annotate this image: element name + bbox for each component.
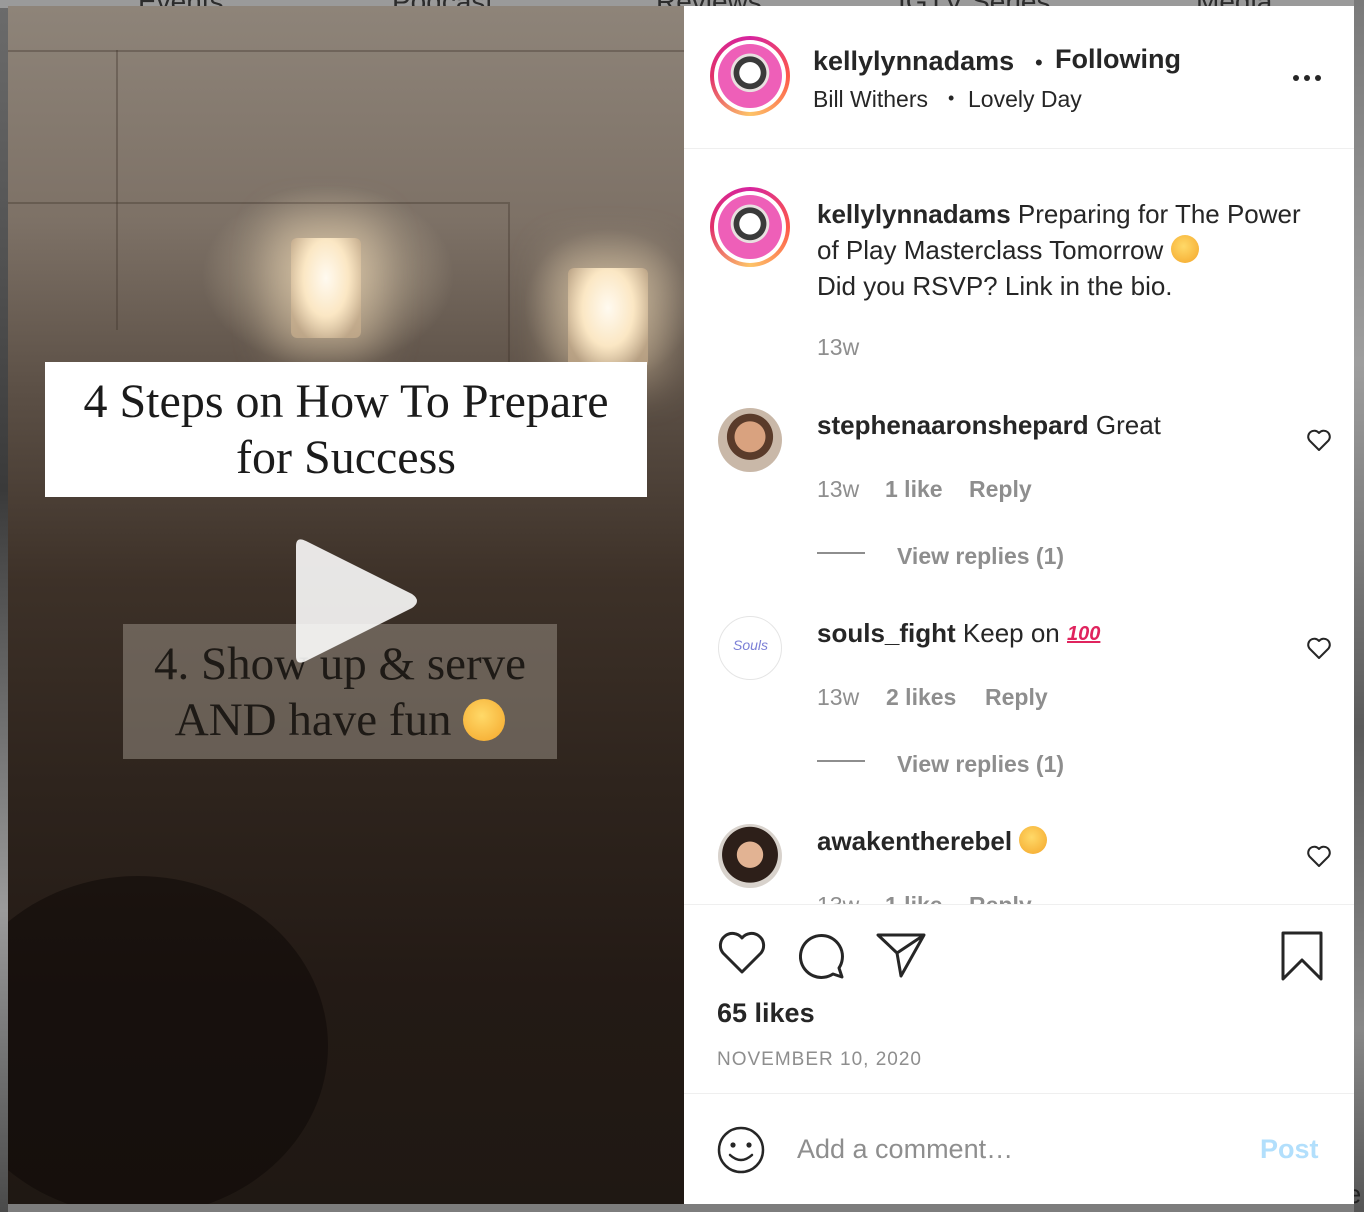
comments-list[interactable]: kellylynnadams Preparing for The Power o… (684, 149, 1354, 905)
kissing-face-emoji-icon (1019, 826, 1048, 854)
comment-username[interactable]: stephenaaronshepard (817, 410, 1089, 440)
partying-face-emoji-icon (463, 699, 506, 741)
video-title-line1: 4 Steps on How To Prepare (83, 375, 609, 428)
comment-text: souls_fight Keep on 100 (817, 615, 1327, 652)
comment-input[interactable]: Add a comment… (797, 1134, 1013, 1165)
post-comment-button[interactable]: Post (1260, 1134, 1319, 1165)
view-replies-button[interactable]: View replies (1) (897, 751, 1064, 778)
view-replies-button[interactable]: View replies (1) (897, 543, 1064, 570)
like-heart-icon[interactable] (717, 930, 767, 976)
background-right-strip (1354, 0, 1364, 1212)
caption-avatar[interactable] (710, 187, 790, 267)
comment-time[interactable]: 13w (817, 684, 859, 711)
audio-artist[interactable]: Bill Withers (813, 86, 928, 113)
video-step-line2: AND have fun (174, 694, 452, 746)
avatar-photo (718, 44, 782, 108)
comment-body: Keep on (962, 618, 1060, 648)
comment-reply-button[interactable]: Reply (969, 476, 1032, 503)
comment-time[interactable]: 13w (817, 892, 859, 904)
header-username[interactable]: kellylynnadams (813, 46, 1014, 77)
video-title-card: 4 Steps on How To Prepare for Success (45, 362, 647, 497)
more-options-icon[interactable] (1292, 66, 1322, 90)
caption-username[interactable]: kellylynnadams (817, 199, 1011, 229)
header-separator: • (1035, 50, 1043, 75)
comment-likes[interactable]: 1 like (885, 892, 943, 904)
replies-line (817, 552, 865, 554)
comment-text: stephenaaronshepard Great (817, 407, 1327, 443)
post-actions: 65 likes NOVEMBER 10, 2020 (684, 906, 1354, 1094)
hundred-points-emoji-icon: 100 (1067, 623, 1101, 645)
comment-username[interactable]: awakentherebel (817, 826, 1012, 856)
comment-username[interactable]: souls_fight (817, 618, 956, 648)
post-details-panel: kellylynnadams • Following Bill Withers … (684, 6, 1354, 1204)
post-header: kellylynnadams • Following Bill Withers … (684, 6, 1354, 149)
video-step-line2-wrap: AND have fun (123, 692, 557, 748)
caption-text: kellylynnadams Preparing for The Power o… (817, 196, 1327, 304)
replies-line (817, 760, 865, 762)
commenter-avatar[interactable]: Souls (718, 616, 782, 680)
share-paper-plane-icon[interactable] (875, 930, 927, 980)
wall-line (116, 50, 118, 330)
video-title-line2: for Success (236, 431, 456, 484)
author-avatar[interactable] (710, 36, 790, 116)
post-media-video[interactable]: 4 Steps on How To Prepare for Success 4.… (8, 6, 684, 1204)
wall-line (8, 50, 684, 52)
candle (291, 238, 361, 338)
save-bookmark-icon[interactable] (1280, 930, 1324, 982)
add-comment-bar: Add a comment… Post (684, 1094, 1354, 1204)
like-comment-heart-icon[interactable] (1306, 844, 1332, 868)
play-icon[interactable] (292, 536, 422, 666)
caption-body-2: Did you RSVP? Link in the bio. (817, 271, 1173, 301)
audio-song[interactable]: Lovely Day (968, 86, 1082, 113)
comment-likes[interactable]: 1 like (885, 476, 943, 503)
comment-bubble-icon[interactable] (796, 930, 846, 980)
likes-count[interactable]: 65 likes (717, 998, 815, 1029)
like-comment-heart-icon[interactable] (1306, 636, 1332, 660)
wall-line (8, 202, 508, 204)
avatar-logo-text: Souls (733, 637, 769, 653)
avatar-photo (718, 195, 782, 259)
comment-body: Great (1095, 410, 1161, 440)
comment-time[interactable]: 13w (817, 476, 859, 503)
comment-reply-button[interactable]: Reply (985, 684, 1048, 711)
emoji-picker-icon[interactable] (716, 1125, 766, 1175)
partying-face-emoji-icon (1170, 235, 1199, 263)
comment-likes[interactable]: 2 likes (886, 684, 956, 711)
commenter-avatar[interactable] (718, 824, 782, 888)
background-left-strip (0, 8, 8, 1212)
caption-time[interactable]: 13w (817, 334, 859, 361)
audio-separator: • (948, 88, 955, 108)
commenter-avatar[interactable] (718, 408, 782, 472)
following-button[interactable]: Following (1055, 44, 1181, 75)
comment-text: awakentherebel (817, 823, 1327, 859)
comment-reply-button[interactable]: Reply (969, 892, 1032, 904)
candle (568, 268, 648, 368)
like-comment-heart-icon[interactable] (1306, 428, 1332, 452)
shadow-blob (8, 876, 328, 1204)
post-date[interactable]: NOVEMBER 10, 2020 (717, 1049, 922, 1071)
wall-line (508, 202, 510, 362)
